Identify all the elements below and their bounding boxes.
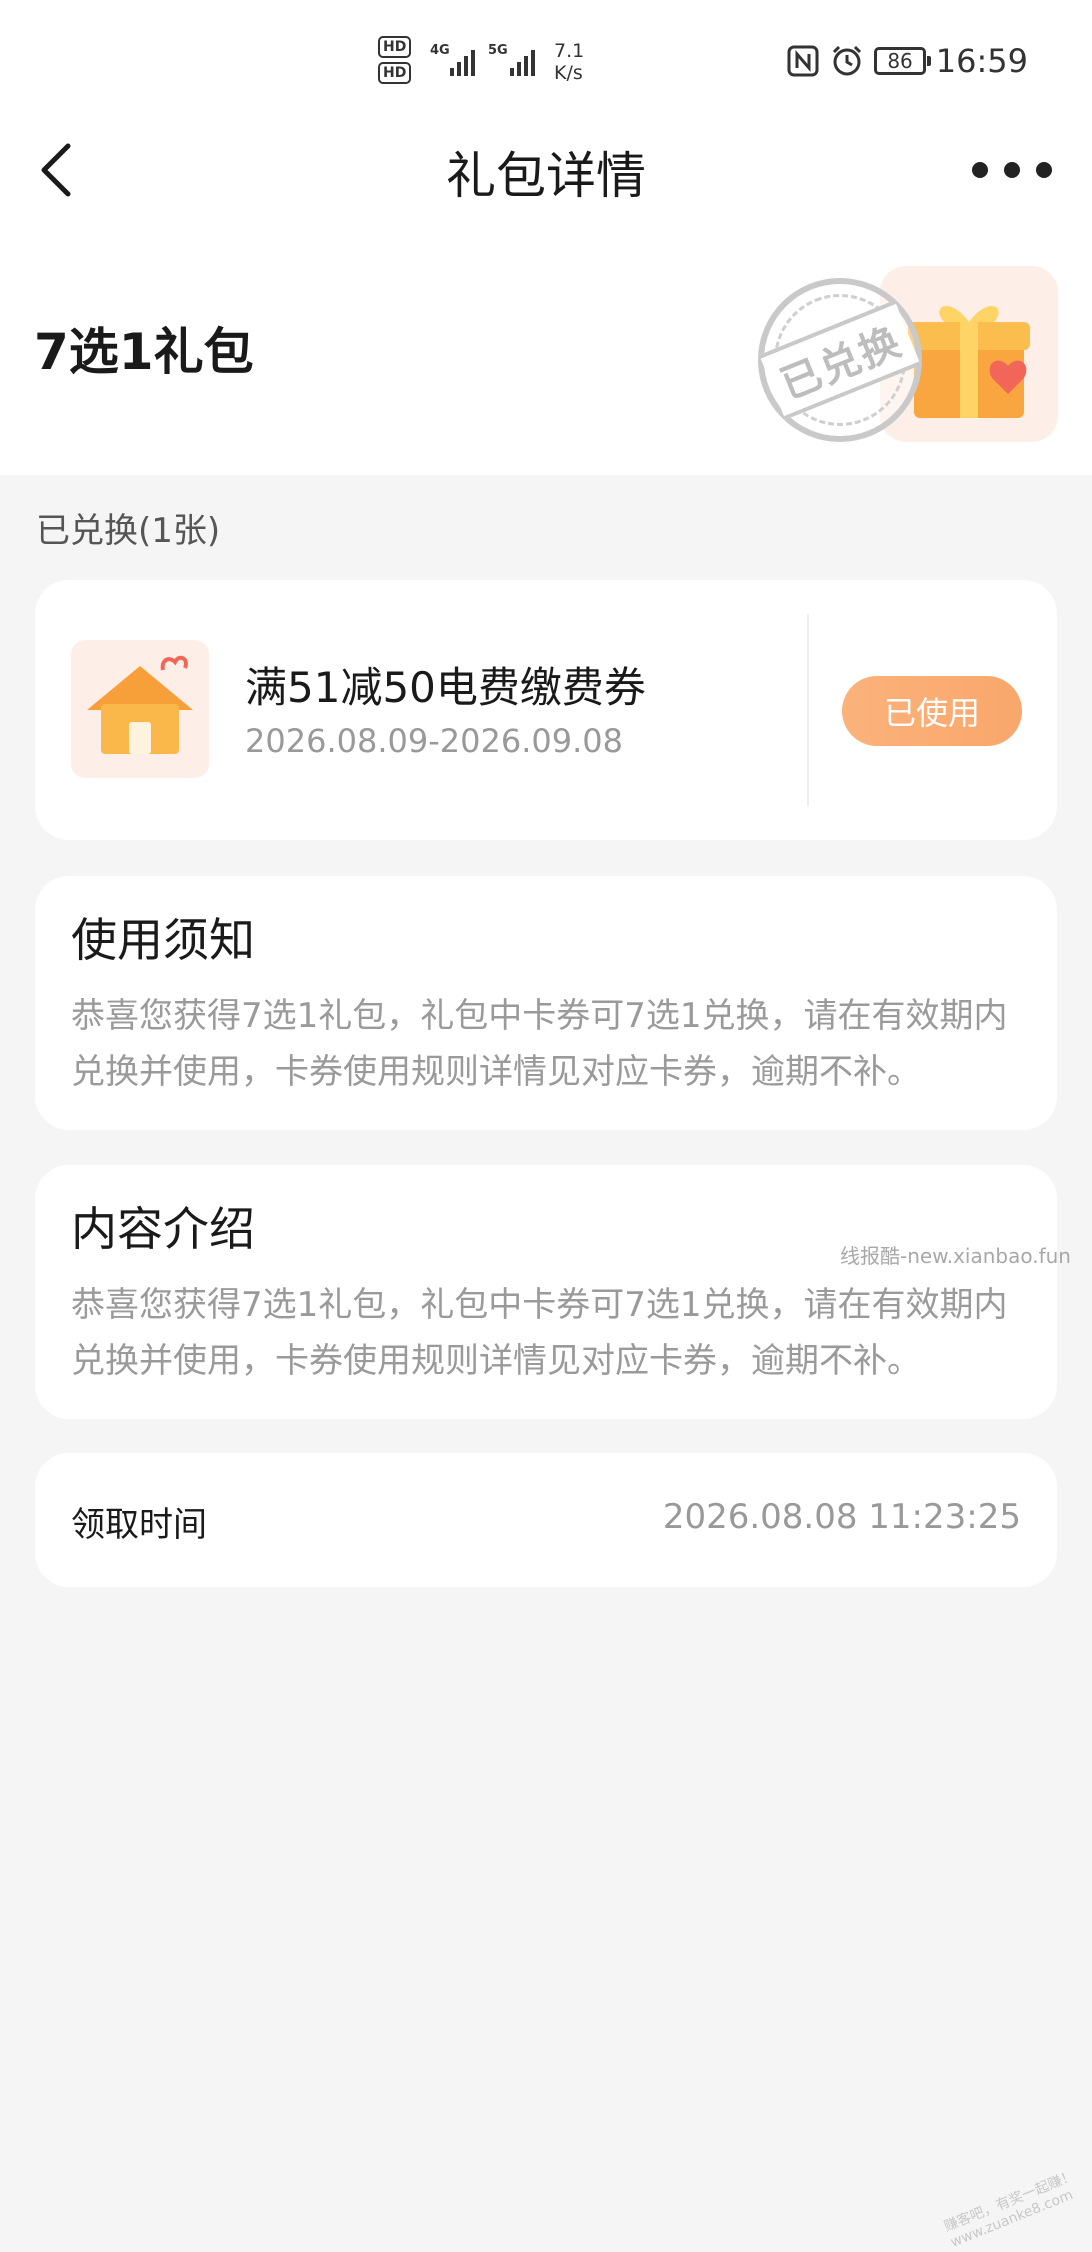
coupon-divider <box>807 614 809 806</box>
net2-label: 5G <box>488 43 508 58</box>
speed-unit: K/s <box>554 62 583 84</box>
content-intro-heading: 内容介绍 <box>71 1202 255 1256</box>
network-speed: 7.1 K/s <box>554 40 584 84</box>
hd1-badge: HD <box>378 36 412 58</box>
clock: 16:59 <box>935 42 1028 80</box>
watermark-xianbao: 线报酷-new.xianbao.fun <box>840 1244 1071 1268</box>
coupon-name: 满51减50电费缴费券 <box>245 663 646 712</box>
content-intro-body: 恭喜您获得7选1礼包，礼包中卡券可7选1兑换，请在有效期内兑换并使用，卡券使用规… <box>71 1285 1008 1381</box>
signal-4g-icon: 4G <box>430 40 482 84</box>
signal-5g-icon: 5G <box>488 40 544 84</box>
package-header: 7选1礼包 已兑换 <box>0 220 1092 475</box>
watermark-zuanke8: 赚客吧，有奖一起赚！ www.zuanke8.com <box>941 2167 1078 2251</box>
receive-time-card: 领取时间 2026.08.08 11:23:25 <box>35 1453 1057 1587</box>
nfc-icon <box>787 45 819 77</box>
receive-time-value: 2026.08.08 11:23:25 <box>662 1497 1021 1537</box>
hd2-badge: HD <box>378 62 412 84</box>
package-title: 7选1礼包 <box>34 323 254 381</box>
coupon-validity: 2026.08.09-2026.09.08 <box>245 722 623 760</box>
alarm-icon <box>833 45 862 76</box>
speed-value: 7.1 <box>554 40 585 62</box>
net1-label: 4G <box>430 43 450 58</box>
used-status-button[interactable]: 已使用 <box>842 676 1022 746</box>
house-icon <box>71 640 209 778</box>
page-title: 礼包详情 <box>446 147 646 205</box>
coupon-card[interactable]: 满51减50电费缴费券 2026.08.09-2026.09.08 已使用 <box>35 580 1057 840</box>
content-intro-card: 内容介绍 恭喜您获得7选1礼包，礼包中卡券可7选1兑换，请在有效期内兑换并使用，… <box>35 1165 1057 1419</box>
more-dots-icon[interactable] <box>972 150 1052 190</box>
status-right: 86 16:59 <box>786 42 1028 80</box>
redeemed-count-label: 已兑换(1张) <box>36 511 221 551</box>
receive-time-label: 领取时间 <box>71 1505 207 1545</box>
nav-bar: 礼包详情 <box>0 120 1092 220</box>
usage-notice-heading: 使用须知 <box>71 913 255 967</box>
status-bar: HD HD 4G 5G 7.1 K/s 86 16:59 <box>0 0 1092 120</box>
usage-notice-body: 恭喜您获得7选1礼包，礼包中卡券可7选1兑换，请在有效期内兑换并使用，卡券使用规… <box>71 996 1008 1092</box>
battery-indicator: 86 <box>874 47 932 75</box>
usage-notice-card: 使用须知 恭喜您获得7选1礼包，礼包中卡券可7选1兑换，请在有效期内兑换并使用，… <box>35 876 1057 1130</box>
hd-indicators: HD HD <box>378 36 412 88</box>
